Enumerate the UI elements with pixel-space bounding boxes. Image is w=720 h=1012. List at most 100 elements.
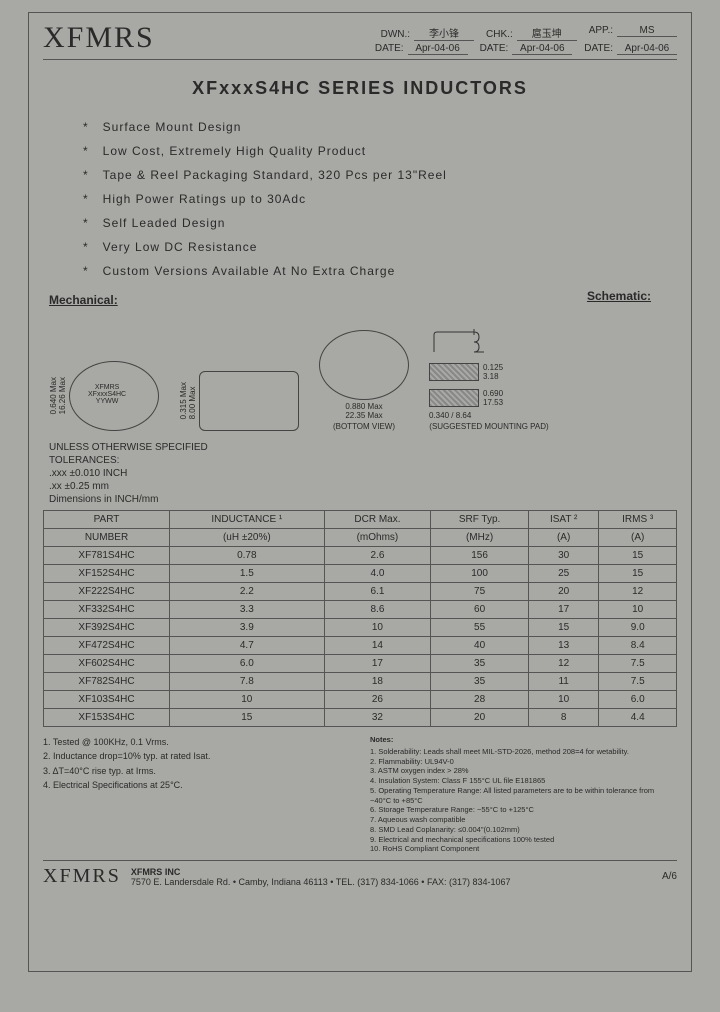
- table-cell: 15: [599, 547, 677, 565]
- footnote: 1. Tested @ 100KHz, 0.1 Vrms.: [43, 735, 350, 749]
- table-cell: XF472S4HC: [44, 637, 170, 655]
- table-row: XF781S4HC0.782.61563015: [44, 547, 677, 565]
- table-row: XF392S4HC3.91055159.0: [44, 619, 677, 637]
- page-title: XFxxxS4HC SERIES INDUCTORS: [43, 78, 677, 99]
- feature-list: Surface Mount Design Low Cost, Extremely…: [83, 115, 677, 283]
- note-item: 9. Electrical and mechanical specificati…: [370, 835, 677, 845]
- datasheet-page: XFMRS DWN.:李小锋 CHK.:扈玉坤 APP.:MS DATE:Apr…: [28, 12, 692, 972]
- th: NUMBER: [44, 529, 170, 547]
- th: PART: [44, 511, 170, 529]
- table-cell: 2.6: [324, 547, 431, 565]
- pad-gap-dim: 0.69017.53: [483, 389, 503, 407]
- table-cell: 8.6: [324, 601, 431, 619]
- table-cell: 12: [528, 655, 598, 673]
- table-cell: 20: [431, 709, 529, 727]
- footnote: 2. Inductance drop=10% typ. at rated Isa…: [43, 749, 350, 763]
- mount-pad-label: (SUGGESTED MOUNTING PAD): [429, 422, 549, 431]
- table-cell: XF781S4HC: [44, 547, 170, 565]
- table-row: XF153S4HC15322084.4: [44, 709, 677, 727]
- th: SRF Typ.: [431, 511, 529, 529]
- table-cell: 11: [528, 673, 598, 691]
- date-label: DATE:: [584, 43, 613, 54]
- footer-logo: XFMRS: [43, 865, 121, 888]
- feature-item: Very Low DC Resistance: [83, 235, 677, 259]
- dim-A: 0.880 Max22.35 Max: [345, 402, 382, 420]
- table-cell: XF602S4HC: [44, 655, 170, 673]
- dim-C: 0.315 Max8.00 Max: [179, 382, 197, 419]
- table-cell: 7.5: [599, 673, 677, 691]
- feature-item: Self Leaded Design: [83, 211, 677, 235]
- table-cell: 1.5: [170, 565, 325, 583]
- th: ISAT ²: [528, 511, 598, 529]
- footer-address: XFMRS INC 7570 E. Landersdale Rd. • Camb…: [131, 867, 652, 887]
- table-cell: 13: [528, 637, 598, 655]
- table-cell: 100: [431, 565, 529, 583]
- table-header-row: PART INDUCTANCE ¹ DCR Max. SRF Typ. ISAT…: [44, 511, 677, 529]
- feature-item: Low Cost, Extremely High Quality Product: [83, 139, 677, 163]
- table-cell: 15: [599, 565, 677, 583]
- feature-item: Surface Mount Design: [83, 115, 677, 139]
- notes-header: Notes:: [370, 735, 677, 745]
- table-row: XF602S4HC6.01735127.5: [44, 655, 677, 673]
- tol-line: .xx ±0.25 mm: [49, 480, 677, 493]
- footnotes-left: 1. Tested @ 100KHz, 0.1 Vrms. 2. Inducta…: [43, 735, 350, 854]
- note-item: 3. ASTM oxygen index > 28%: [370, 766, 677, 776]
- note-item: 4. Insulation System: Class F 155°C UL f…: [370, 776, 677, 786]
- table-cell: XF153S4HC: [44, 709, 170, 727]
- table-cell: 7.5: [599, 655, 677, 673]
- app-label: APP.:: [589, 25, 613, 36]
- table-cell: 8.4: [599, 637, 677, 655]
- schematic-label: Schematic:: [587, 289, 651, 303]
- table-cell: 6.1: [324, 583, 431, 601]
- th: (A): [528, 529, 598, 547]
- tol-line: Dimensions in INCH/mm: [49, 493, 677, 506]
- table-cell: XF152S4HC: [44, 565, 170, 583]
- tol-line: UNLESS OTHERWISE SPECIFIED: [49, 441, 677, 454]
- date-value-2: Apr-04-06: [512, 43, 572, 55]
- note-item: 7. Aqueous wash compatible: [370, 815, 677, 825]
- table-cell: 10: [170, 691, 325, 709]
- app-value: MS: [617, 25, 677, 37]
- table-cell: 9.0: [599, 619, 677, 637]
- table-cell: 8: [528, 709, 598, 727]
- dim-B: 0.640 Max16.26 Max: [49, 377, 67, 414]
- th: (A): [599, 529, 677, 547]
- header: XFMRS DWN.:李小锋 CHK.:扈玉坤 APP.:MS DATE:Apr…: [43, 21, 677, 60]
- footnote: 3. ΔT=40°C rise typ. at Irms.: [43, 764, 350, 778]
- table-row: XF103S4HC102628106.0: [44, 691, 677, 709]
- pad-icon: [429, 389, 479, 407]
- table-cell: 30: [528, 547, 598, 565]
- note-item: 10. RoHS Compliant Component: [370, 844, 677, 854]
- table-cell: 40: [431, 637, 529, 655]
- chk-value: 扈玉坤: [517, 25, 577, 41]
- footer: XFMRS XFMRS INC 7570 E. Landersdale Rd. …: [43, 860, 677, 888]
- drawing-top: [69, 361, 159, 431]
- table-cell: 18: [324, 673, 431, 691]
- table-header-row: NUMBER (uH ±20%) (mOhms) (MHz) (A) (A): [44, 529, 677, 547]
- mounting-pads: 0.1253.18 0.69017.53 0.340 / 8.64 (SUGGE…: [429, 327, 549, 431]
- th: (MHz): [431, 529, 529, 547]
- feature-item: High Power Ratings up to 30Adc: [83, 187, 677, 211]
- footer-page: A/6: [662, 871, 677, 882]
- table-cell: 15: [528, 619, 598, 637]
- th: IRMS ³: [599, 511, 677, 529]
- table-cell: 3.9: [170, 619, 325, 637]
- table-cell: 4.4: [599, 709, 677, 727]
- note-item: 6. Storage Temperature Range: −55°C to +…: [370, 805, 677, 815]
- tol-line: .xxx ±0.010 INCH: [49, 467, 677, 480]
- date-value-1: Apr-04-06: [408, 43, 468, 55]
- table-cell: 10: [528, 691, 598, 709]
- table-cell: 75: [431, 583, 529, 601]
- table-row: XF332S4HC3.38.6601710: [44, 601, 677, 619]
- table-cell: 0.78: [170, 547, 325, 565]
- table-cell: 6.0: [170, 655, 325, 673]
- th: (uH ±20%): [170, 529, 325, 547]
- table-cell: 55: [431, 619, 529, 637]
- table-cell: 3.3: [170, 601, 325, 619]
- chk-label: CHK.:: [486, 29, 513, 40]
- table-cell: 15: [170, 709, 325, 727]
- th: DCR Max.: [324, 511, 431, 529]
- table-cell: 14: [324, 637, 431, 655]
- note-item: 1. Solderability: Leads shall meet MIL-S…: [370, 747, 677, 757]
- date-label: DATE:: [480, 43, 509, 54]
